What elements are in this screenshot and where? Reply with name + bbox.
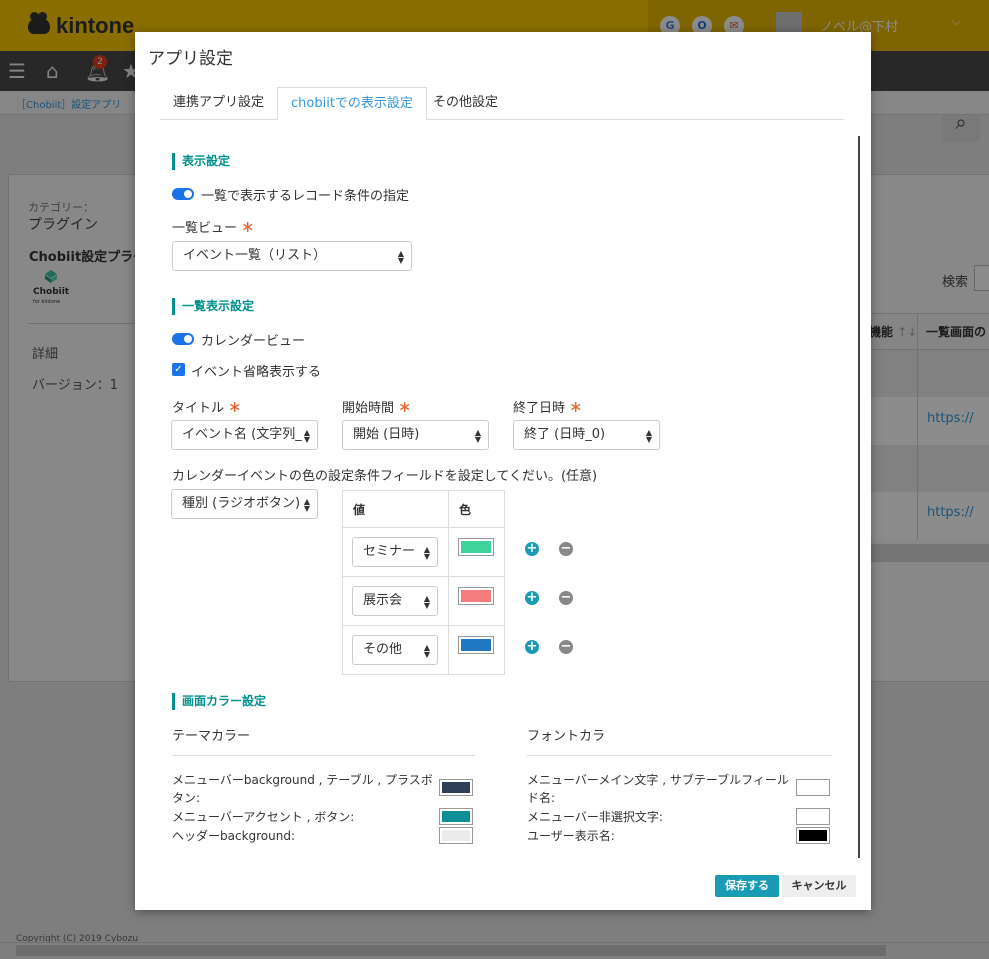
section-title-screen-color: 画面カラー設定: [172, 693, 266, 710]
list-view-value: イベント一覧（リスト）: [183, 248, 327, 263]
list-view-select[interactable]: イベント一覧（リスト） ▲ ▼: [172, 241, 412, 271]
select-arrow-icon: ▲ ▼: [303, 428, 310, 444]
start-field-value: 開始 (日時): [353, 427, 420, 442]
dialog-scrollbar[interactable]: [858, 136, 860, 858]
divider: [527, 755, 832, 756]
remove-row-icon[interactable]: −: [559, 640, 573, 654]
select-arrow-icon: ▲ ▼: [474, 428, 481, 444]
add-row-icon[interactable]: +: [525, 542, 539, 556]
color-swatch: [461, 541, 491, 553]
table-row: 展示会 ▲ ▼: [342, 576, 505, 626]
start-field-label-text: 開始時間: [342, 401, 395, 416]
required-icon: ∗: [228, 397, 242, 416]
title-field-label-text: タイトル: [172, 401, 225, 416]
record-condition-label: 一覧で表示するレコード条件の指定: [201, 189, 410, 204]
color-table-header-color: 色: [448, 490, 505, 528]
record-condition-toggle[interactable]: [172, 188, 194, 200]
title-field-label: タイトル ∗: [172, 397, 241, 416]
color-field-value: 種別 (ラジオボタン): [182, 496, 301, 511]
select-arrow-icon: ▲ ▼: [423, 545, 430, 561]
font-color-label: ユーザー表示名:: [527, 829, 615, 843]
end-field-label-text: 終了日時: [513, 401, 566, 416]
color-swatch: [442, 782, 470, 793]
color-value-select[interactable]: セミナー ▲ ▼: [352, 537, 438, 567]
tab-other-settings[interactable]: その他設定: [420, 87, 511, 120]
tab-chobiit-display[interactable]: chobiitでの表示設定: [277, 87, 427, 121]
remove-row-icon[interactable]: −: [559, 591, 573, 605]
add-row-icon[interactable]: +: [525, 591, 539, 605]
font-color-label: メニューバー非選択文字:: [527, 810, 663, 824]
list-view-label-text: 一覧ビュー: [172, 221, 238, 236]
font-color-picker[interactable]: [796, 827, 830, 844]
select-arrow-icon: ▲ ▼: [423, 643, 430, 659]
color-value: 展示会: [363, 593, 403, 608]
title-field-value: イベント名 (文字列_: [182, 427, 302, 442]
cancel-button[interactable]: キャンセル: [782, 875, 856, 897]
color-picker[interactable]: [458, 538, 494, 556]
remove-row-icon[interactable]: −: [559, 542, 573, 556]
calendar-view-label: カレンダービュー: [201, 334, 306, 349]
color-swatch: [461, 639, 491, 651]
table-row: セミナー ▲ ▼: [342, 527, 505, 577]
save-button[interactable]: 保存する: [715, 875, 779, 897]
color-picker[interactable]: [458, 587, 494, 605]
tab-linked-app[interactable]: 連携アプリ設定: [160, 87, 277, 120]
end-field-label: 終了日時 ∗: [513, 397, 582, 416]
color-swatch: [799, 782, 827, 793]
font-color-picker[interactable]: [796, 808, 830, 825]
title-field-select[interactable]: イベント名 (文字列_ ▲ ▼: [171, 420, 318, 450]
theme-color-label: ヘッダーbackground:: [172, 829, 296, 843]
color-value-select[interactable]: その他 ▲ ▼: [352, 635, 438, 665]
theme-color-picker[interactable]: [439, 779, 473, 796]
theme-color-label: メニューバーbackground , テーブル , プラスボタン:: [172, 773, 433, 805]
theme-color-header: テーマカラー: [172, 729, 251, 744]
event-short-checkbox[interactable]: ✓: [172, 363, 185, 376]
end-field-value: 終了 (日時_0): [524, 427, 606, 442]
color-value: その他: [363, 642, 403, 657]
color-value-select[interactable]: 展示会 ▲ ▼: [352, 586, 438, 616]
divider: [172, 755, 475, 756]
color-swatch: [442, 811, 470, 822]
color-swatch: [461, 590, 491, 602]
start-field-label: 開始時間 ∗: [342, 397, 411, 416]
color-swatch: [799, 811, 827, 822]
color-table: 値 色 セミナー ▲ ▼ 展示会 ▲ ▼ その他 ▲ ▼: [342, 490, 505, 675]
table-row: その他 ▲ ▼: [342, 625, 505, 675]
font-color-picker[interactable]: [796, 779, 830, 796]
select-arrow-icon: ▲ ▼: [645, 428, 652, 444]
section-title-display: 表示設定: [172, 153, 230, 170]
theme-color-picker[interactable]: [439, 827, 473, 844]
required-icon: ∗: [398, 397, 412, 416]
color-picker[interactable]: [458, 636, 494, 654]
dialog-title: アプリ設定: [148, 49, 233, 69]
theme-color-picker[interactable]: [439, 808, 473, 825]
select-arrow-icon: ▲ ▼: [397, 249, 404, 265]
color-swatch: [442, 830, 470, 841]
color-field-select[interactable]: 種別 (ラジオボタン) ▲ ▼: [171, 489, 318, 519]
color-swatch: [799, 830, 827, 841]
settings-tabs: 連携アプリ設定 chobiitでの表示設定 その他設定: [160, 87, 844, 121]
calendar-view-toggle[interactable]: [172, 333, 194, 345]
section-title-list: 一覧表示設定: [172, 298, 254, 315]
app-settings-dialog: アプリ設定 連携アプリ設定 chobiitでの表示設定 その他設定 表示設定 一…: [135, 32, 871, 910]
list-view-label: 一覧ビュー ∗: [172, 217, 254, 236]
end-field-select[interactable]: 終了 (日時_0) ▲ ▼: [513, 420, 660, 450]
select-arrow-icon: ▲ ▼: [423, 594, 430, 610]
required-icon: ∗: [241, 217, 255, 236]
required-icon: ∗: [569, 397, 583, 416]
color-table-header-value: 値: [342, 490, 449, 528]
font-color-header: フォントカラ: [527, 729, 606, 744]
event-short-label: イベント省略表示する: [191, 365, 322, 380]
theme-color-label: メニューバーアクセント , ボタン:: [172, 810, 355, 824]
start-field-select[interactable]: 開始 (日時) ▲ ▼: [342, 420, 489, 450]
font-color-label: メニューバーメイン文字 , サブテーブルフィールド名:: [527, 773, 789, 805]
color-value: セミナー: [363, 544, 416, 559]
color-condition-label: カレンダーイベントの色の設定条件フィールドを設定してくだい。(任意): [172, 469, 598, 484]
add-row-icon[interactable]: +: [525, 640, 539, 654]
select-arrow-icon: ▲ ▼: [303, 497, 310, 513]
